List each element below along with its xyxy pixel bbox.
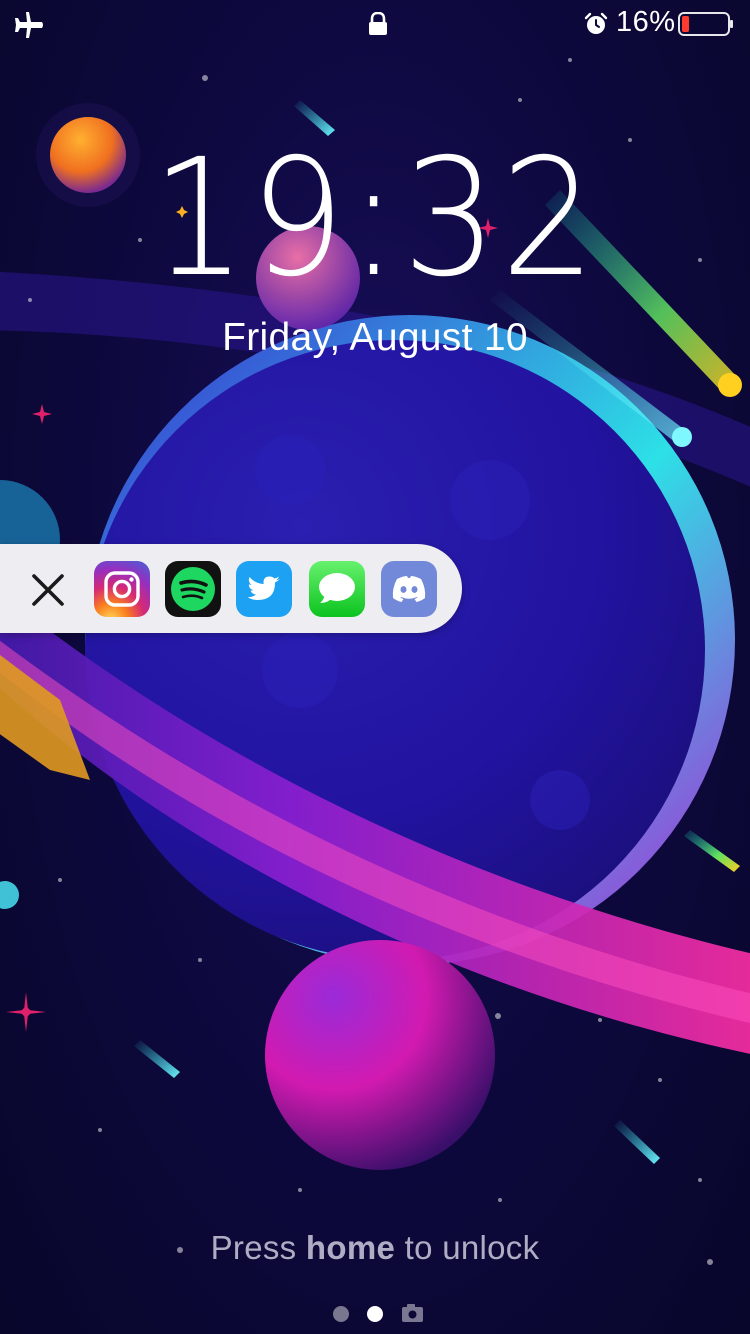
time-label: 19:32: [151, 125, 599, 313]
airplane-icon: [15, 12, 43, 38]
lock-icon: [369, 12, 387, 35]
page-dot-2-current[interactable]: [367, 1306, 383, 1322]
unlock-hint-suffix: to unlock: [395, 1229, 540, 1266]
unlock-hint-prefix: Press: [210, 1229, 306, 1266]
battery-level-fill: [682, 16, 690, 32]
battery-percentage: 16%: [616, 6, 676, 38]
page-dot-1[interactable]: [333, 1306, 349, 1322]
twitter-icon[interactable]: [236, 561, 292, 617]
app-shortcut-bar: [0, 544, 462, 633]
camera-icon[interactable]: [402, 1304, 423, 1322]
status-bar: 16%: [0, 0, 750, 50]
spotify-icon[interactable]: [165, 561, 221, 617]
close-icon[interactable]: [28, 570, 68, 610]
press-home-to-unlock-hint: Press home to unlock: [0, 1229, 750, 1267]
lock-screen-date: Friday, August 10: [222, 316, 528, 359]
messages-icon[interactable]: [309, 561, 365, 617]
alarm-icon: [584, 12, 608, 34]
instagram-icon[interactable]: [94, 561, 150, 617]
discord-icon[interactable]: [381, 561, 437, 617]
lock-screen: 16% 19:32 Friday, August 10 Press home t…: [0, 0, 750, 1334]
lock-screen-time: 19:32: [0, 138, 750, 300]
page-indicator: [333, 1304, 423, 1322]
battery-icon: [678, 12, 733, 36]
unlock-hint-home: home: [305, 1229, 396, 1266]
